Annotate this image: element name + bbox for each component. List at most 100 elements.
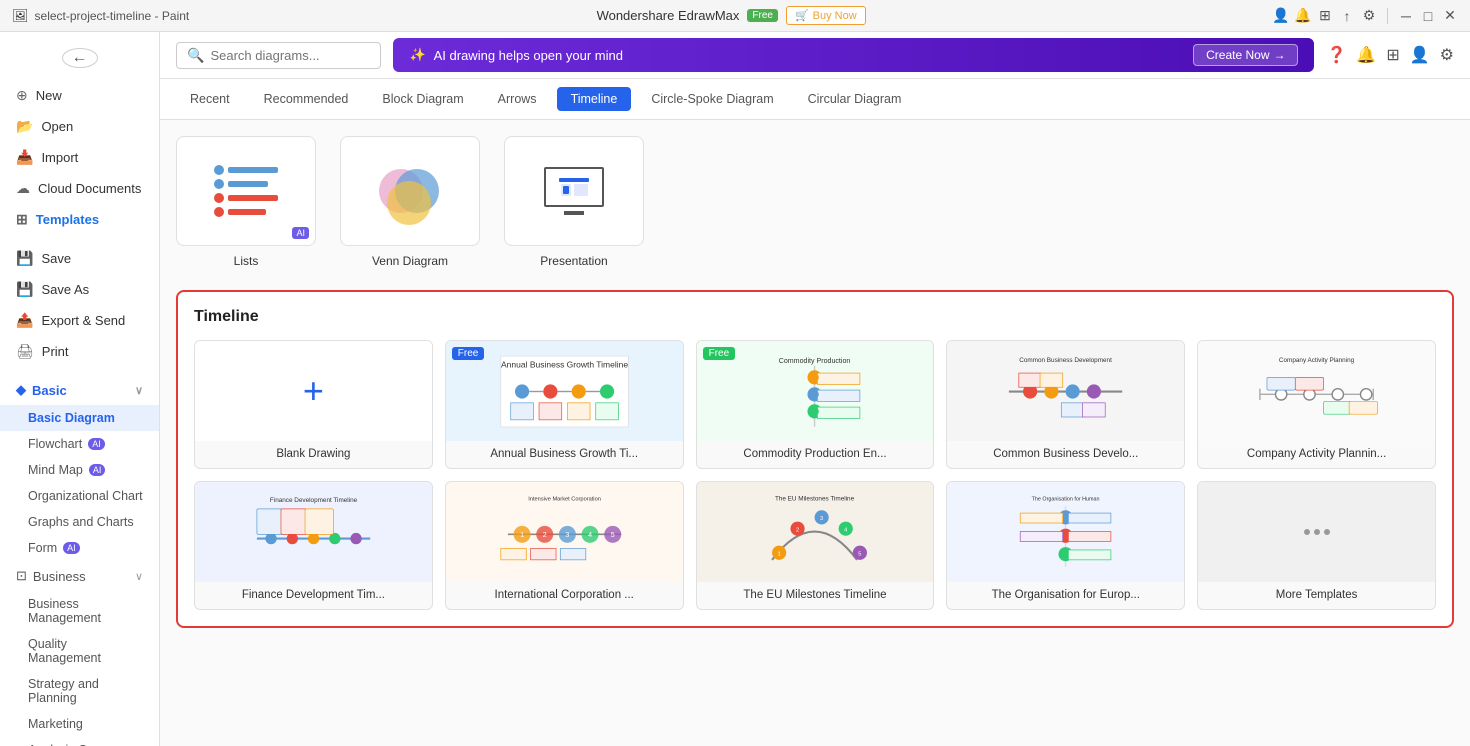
bell-icon[interactable]: 🔔 (1356, 45, 1376, 65)
free-badge-commodity: Free (703, 347, 736, 360)
sidebar-sub-mindmap[interactable]: Mind Map AI (0, 457, 159, 483)
sidebar-sub-orgchart[interactable]: Organizational Chart (0, 483, 159, 509)
maximize-button[interactable]: □ (1420, 8, 1436, 24)
sidebar-item-cloud[interactable]: ☁ Cloud Documents (0, 173, 159, 204)
presentation-label: Presentation (540, 254, 607, 268)
search-input[interactable] (210, 48, 370, 63)
sidebar-label-import: Import (41, 150, 78, 165)
svg-text:4: 4 (845, 528, 848, 534)
sidebar-item-export[interactable]: 📤 Export & Send (0, 305, 159, 336)
sidebar-sub-form[interactable]: Form AI (0, 535, 159, 561)
ai-banner[interactable]: ✨ AI drawing helps open your mind Create… (393, 38, 1314, 72)
common-biz-label: Common Business Develo... (947, 441, 1184, 468)
template-intl-corp[interactable]: Intensive Market Corporation 1 2 3 (445, 481, 684, 610)
sidebar-sub-quality[interactable]: Quality Management (0, 631, 159, 671)
icon-templates-row: AI Lists Venn Diagram (176, 136, 1454, 270)
eu-milestones-svg: The EU Milestones Timeline 1 2 3 4 (708, 489, 921, 574)
close-button[interactable]: ✕ (1442, 8, 1458, 24)
sidebar-sub-strategy[interactable]: Strategy and Planning (0, 671, 159, 711)
sidebar-sub-analysis[interactable]: Analysis Canvas (0, 737, 159, 746)
venn-label: Venn Diagram (372, 254, 448, 268)
blank-label: Blank Drawing (195, 441, 432, 468)
commodity-svg: Commodity Production (708, 349, 921, 434)
intl-corp-label: International Corporation ... (446, 582, 683, 609)
template-more[interactable]: More Templates (1197, 481, 1436, 610)
free-badge: Free (747, 9, 778, 22)
more-dots (1304, 529, 1330, 535)
gear-icon[interactable]: ⚙ (1440, 45, 1454, 65)
sidebar-item-saveas[interactable]: 💾 Save As (0, 274, 159, 305)
sidebar-item-print[interactable]: 🖨 Print (0, 336, 159, 367)
more-templates-label: More Templates (1198, 582, 1435, 609)
finance-dev-label: Finance Development Tim... (195, 582, 432, 609)
import-icon: 📥 (16, 149, 33, 166)
org-europ-svg: The Organisation for Human (959, 489, 1172, 574)
sidebar-sub-biz-mgmt[interactable]: Business Management (0, 591, 159, 631)
template-blank-drawing[interactable]: + Blank Drawing (194, 340, 433, 469)
sidebar-item-new[interactable]: ⊕ New (0, 80, 159, 111)
back-button[interactable]: ← (62, 48, 98, 68)
annual-growth-preview: Free Annual Business Growth Timeline (446, 341, 683, 441)
tab-timeline[interactable]: Timeline (557, 87, 632, 111)
cart-icon: 🛒 (795, 9, 809, 22)
sidebar-item-save[interactable]: 💾 Save (0, 243, 159, 274)
sidebar-item-templates[interactable]: ⊞ Templates (0, 204, 159, 235)
template-card-presentation[interactable]: Presentation (504, 136, 644, 270)
settings-icon[interactable]: ⚙ (1361, 8, 1377, 24)
template-company-activity[interactable]: Company Activity Planning (1197, 340, 1436, 469)
template-annual-growth[interactable]: Free Annual Business Growth Timeline (445, 340, 684, 469)
svg-text:Commodity Production: Commodity Production (779, 357, 851, 365)
sidebar-item-open[interactable]: 📂 Open (0, 111, 159, 142)
sidebar-sub-basic-diagram[interactable]: Basic Diagram (0, 405, 159, 431)
title-bar: 🖼 select-project-timeline - Paint Wonder… (0, 0, 1470, 32)
basic-icon: ◆ (16, 382, 26, 398)
tab-arrows[interactable]: Arrows (484, 87, 551, 111)
sidebar-sub-flowchart[interactable]: Flowchart AI (0, 431, 159, 457)
orgchart-label: Organizational Chart (28, 489, 143, 503)
create-now-button[interactable]: Create Now → (1193, 44, 1298, 66)
app-name: Wondershare EdrawMax (597, 8, 740, 23)
template-common-biz[interactable]: Common Business Development (946, 340, 1185, 469)
sidebar-sub-graphs[interactable]: Graphs and Charts (0, 509, 159, 535)
window-title: select-project-timeline - Paint (35, 9, 190, 23)
user-icon[interactable]: 👤 (1410, 45, 1430, 65)
tab-block-diagram[interactable]: Block Diagram (368, 87, 477, 111)
tab-recent[interactable]: Recent (176, 87, 244, 111)
tab-circular[interactable]: Circular Diagram (794, 87, 916, 111)
lists-label: Lists (234, 254, 259, 268)
annual-growth-svg: Annual Business Growth Timeline (458, 349, 671, 434)
template-card-venn[interactable]: Venn Diagram (340, 136, 480, 270)
template-finance-dev[interactable]: Finance Development Timeline (194, 481, 433, 610)
venn-icon (375, 161, 445, 221)
template-card-lists[interactable]: AI Lists (176, 136, 316, 270)
sidebar-sub-marketing[interactable]: Marketing (0, 711, 159, 737)
share-icon[interactable]: ↑ (1339, 8, 1355, 24)
grid-icon[interactable]: ⊞ (1317, 8, 1333, 24)
commodity-label: Commodity Production En... (697, 441, 934, 468)
sidebar-section-basic[interactable]: ◆ Basic ∨ (0, 375, 159, 405)
minimize-button[interactable]: ─ (1398, 8, 1414, 24)
business-label: ⊡ Business (16, 568, 86, 584)
chevron-down-icon-biz: ∨ (135, 570, 143, 583)
template-org-europ[interactable]: The Organisation for Human (946, 481, 1185, 610)
svg-text:2: 2 (542, 532, 546, 540)
buy-now-button[interactable]: 🛒 Buy Now (786, 6, 866, 25)
top-bar: 🔍 ✨ AI drawing helps open your mind Crea… (160, 32, 1470, 79)
eu-milestones-preview: The EU Milestones Timeline 1 2 3 4 (697, 482, 934, 582)
profile-icon[interactable]: 👤 (1273, 8, 1289, 24)
help-icon[interactable]: ❓ (1326, 45, 1346, 65)
sidebar-section-business[interactable]: ⊡ Business ∨ (0, 561, 159, 591)
search-box[interactable]: 🔍 (176, 42, 381, 69)
business-icon: ⊡ (16, 568, 27, 584)
template-commodity[interactable]: Free Commodity Production (696, 340, 935, 469)
apps-icon[interactable]: ⊞ (1386, 45, 1399, 65)
tab-recommended[interactable]: Recommended (250, 87, 363, 111)
window-icon: 🖼 (12, 8, 29, 24)
graphs-label: Graphs and Charts (28, 515, 134, 529)
template-eu-milestones[interactable]: The EU Milestones Timeline 1 2 3 4 (696, 481, 935, 610)
notification-icon[interactable]: 🔔 (1295, 8, 1311, 24)
sidebar-item-import[interactable]: 📥 Import (0, 142, 159, 173)
monitor-stand (564, 211, 584, 215)
tab-circle-spoke[interactable]: Circle-Spoke Diagram (637, 87, 787, 111)
cloud-icon: ☁ (16, 180, 30, 197)
